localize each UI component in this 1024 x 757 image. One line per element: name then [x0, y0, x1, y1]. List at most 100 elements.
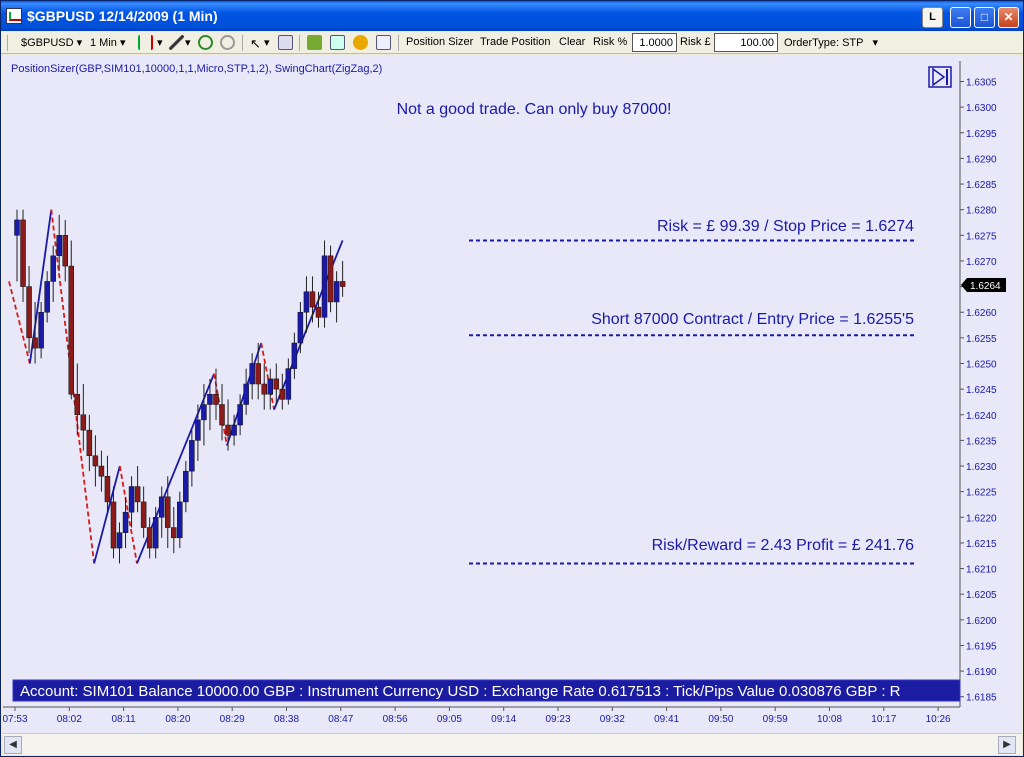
- price-tick-label: 1.6285: [966, 180, 997, 191]
- price-tick-label: 1.6270: [966, 257, 997, 268]
- instrument-dropdown[interactable]: $GBPUSD ▾: [21, 36, 82, 49]
- candle-body: [86, 429, 93, 457]
- candle-body: [273, 378, 280, 390]
- time-tick-label: 10:26: [926, 714, 951, 725]
- candle-body: [128, 486, 135, 513]
- chart-icon: [6, 8, 22, 24]
- candle-body: [291, 342, 298, 369]
- time-tick-label: 08:38: [274, 714, 299, 725]
- candle-body: [165, 496, 171, 528]
- price-tick-label: 1.6250: [966, 359, 997, 370]
- candle-body: [74, 394, 81, 416]
- candle-body: [237, 404, 243, 426]
- price-chart[interactable]: 1.6305 1.6300 1.6295 1.6290 1.6285 1.6280 1.62…: [3, 55, 1022, 733]
- candle-body: [62, 235, 68, 267]
- candle-body: [26, 286, 32, 339]
- chevron-down-icon[interactable]: ▾: [264, 36, 270, 49]
- time-tick-label: 08:11: [111, 714, 136, 725]
- chevron-down-icon[interactable]: ▾: [157, 36, 163, 49]
- candle-body: [20, 219, 26, 287]
- candle-body: [80, 414, 87, 431]
- order-type-dropdown[interactable]: OrderType: STP ▾: [784, 36, 878, 49]
- time-tick-label: 10:08: [817, 714, 842, 725]
- candle-body: [279, 388, 286, 400]
- zoom-in-icon[interactable]: [198, 35, 213, 50]
- chevron-down-icon[interactable]: ▾: [185, 36, 191, 49]
- candle-body: [56, 235, 62, 257]
- price-tick-label: 1.6215: [966, 539, 997, 550]
- candle-body: [303, 291, 310, 313]
- risk-gbp-input[interactable]: [714, 33, 778, 52]
- price-tick-label: 1.6225: [966, 488, 997, 499]
- price-tick-label: 1.6275: [966, 231, 997, 242]
- time-tick-label: 09:41: [654, 714, 679, 725]
- scroll-left-arrow[interactable]: ◀: [4, 736, 22, 754]
- candle-body: [267, 378, 274, 395]
- price-tick-label: 1.6300: [966, 103, 997, 114]
- properties-icon[interactable]: [376, 35, 391, 50]
- trade-warning: Not a good trade. Can only buy 87000!: [397, 101, 672, 118]
- chart-panel[interactable]: 1.6305 1.6300 1.6295 1.6290 1.6285 1.6280 1.62…: [3, 55, 1022, 733]
- candle-body: [116, 532, 123, 549]
- scroll-right-arrow[interactable]: ▶: [998, 736, 1016, 754]
- coin-icon[interactable]: [353, 35, 368, 50]
- candle-body: [207, 394, 213, 405]
- indicators-icon[interactable]: [330, 35, 345, 50]
- maximize-button[interactable]: □: [974, 7, 995, 28]
- pointer-icon[interactable]: ↖: [250, 36, 261, 52]
- price-tick-label: 1.6185: [966, 693, 997, 704]
- candle-body: [183, 470, 189, 503]
- candle-body: [231, 424, 237, 436]
- minimize-button[interactable]: –: [950, 7, 971, 28]
- candle-body: [50, 255, 56, 282]
- price-tick-label: 1.6280: [966, 206, 997, 217]
- candle-body: [333, 281, 340, 303]
- candle-body: [32, 337, 38, 349]
- candle-body: [243, 383, 249, 405]
- candle-body: [309, 291, 316, 308]
- price-tick-label: 1.6240: [966, 411, 997, 422]
- candle-body: [177, 501, 183, 539]
- trade-position-button[interactable]: Trade Position: [480, 36, 551, 48]
- price-tick-label: 1.6205: [966, 590, 997, 601]
- price-tick-label: 1.6200: [966, 616, 997, 627]
- candle-body: [315, 306, 322, 318]
- time-tick-label: 09:50: [708, 714, 733, 725]
- interval-dropdown[interactable]: 1 Min ▾: [90, 36, 126, 49]
- price-tick-label: 1.6255: [966, 334, 997, 345]
- candle-body: [285, 368, 292, 400]
- price-tick-label: 1.6290: [966, 154, 997, 165]
- plot-area: [3, 55, 960, 733]
- title-bar[interactable]: $GBPUSD 12/14/2009 (1 Min) L – □ ✕: [1, 1, 1023, 31]
- candle-body: [92, 455, 99, 467]
- candle-body: [225, 424, 231, 436]
- candle-body: [219, 404, 225, 426]
- time-tick-label: 09:32: [600, 714, 625, 725]
- risk-gbp-label: Risk £: [680, 36, 711, 48]
- link-button[interactable]: L: [922, 7, 943, 28]
- zoom-out-icon[interactable]: [220, 35, 235, 50]
- horizontal-scrollbar[interactable]: ◀ ▶: [3, 733, 1022, 755]
- time-tick-label: 08:47: [328, 714, 353, 725]
- candle-body: [195, 419, 201, 441]
- indicator-label: PositionSizer(GBP,SIM101,10000,1,1,Micro…: [11, 63, 382, 75]
- candle-body: [134, 486, 141, 503]
- close-button[interactable]: ✕: [998, 7, 1019, 28]
- candle-body: [213, 394, 219, 405]
- strategy-icon[interactable]: [307, 35, 322, 50]
- order-type-label: OrderType: STP: [784, 37, 864, 49]
- bar-style-icon[interactable]: [138, 35, 153, 50]
- price-tick-label: 1.6195: [966, 641, 997, 652]
- entry-label: Short 87000 Contract / Entry Price = 1.6…: [591, 311, 914, 328]
- position-sizer-button[interactable]: Position Sizer: [406, 36, 473, 48]
- candle-body: [201, 404, 207, 421]
- pen-icon[interactable]: [169, 35, 184, 50]
- data-box-icon[interactable]: [278, 35, 293, 50]
- time-tick-label: 08:02: [57, 714, 82, 725]
- candle-body: [140, 501, 147, 528]
- clear-button[interactable]: Clear: [559, 36, 585, 48]
- risk-pct-input[interactable]: [632, 33, 677, 52]
- price-axis: 1.6305 1.6300 1.6295 1.6290 1.6285 1.6280 1.62…: [960, 78, 997, 704]
- toolbar-grip: [7, 35, 8, 51]
- candle-body: [44, 281, 50, 313]
